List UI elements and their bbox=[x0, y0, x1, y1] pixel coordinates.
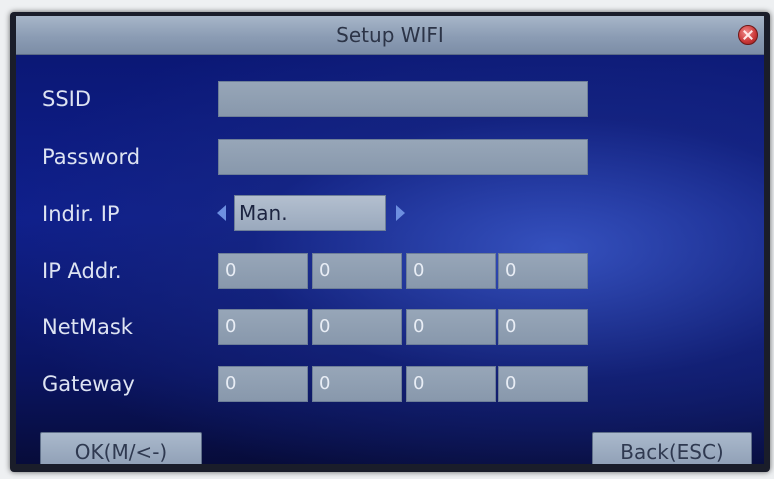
gateway-octet-4[interactable]: 0 bbox=[498, 366, 588, 402]
gateway-label: Gateway bbox=[42, 372, 135, 396]
netmask-octet-4[interactable]: 0 bbox=[498, 309, 588, 345]
ip-addr-octet-1[interactable]: 0 bbox=[218, 253, 308, 289]
netmask-octet-2[interactable]: 0 bbox=[312, 309, 402, 345]
password-input[interactable] bbox=[218, 139, 588, 175]
gateway-octet-2[interactable]: 0 bbox=[312, 366, 402, 402]
netmask-label: NetMask bbox=[42, 315, 133, 339]
close-icon[interactable] bbox=[738, 25, 758, 45]
password-label: Password bbox=[42, 145, 141, 169]
ssid-label: SSID bbox=[42, 87, 92, 111]
gateway-octet-3[interactable]: 0 bbox=[406, 366, 496, 402]
indir-ip-selector[interactable]: Man. bbox=[234, 195, 386, 231]
ip-addr-octet-3[interactable]: 0 bbox=[406, 253, 496, 289]
ok-button[interactable]: OK(M/<-) bbox=[40, 432, 202, 464]
window-title: Setup WIFI bbox=[336, 23, 444, 47]
title-bar: Setup WIFI bbox=[16, 16, 764, 55]
ip-addr-octet-4[interactable]: 0 bbox=[498, 253, 588, 289]
arrow-right-icon[interactable] bbox=[396, 205, 405, 221]
ip-addr-label: IP Addr. bbox=[42, 259, 122, 283]
arrow-left-icon[interactable] bbox=[217, 205, 226, 221]
back-button[interactable]: Back(ESC) bbox=[592, 432, 752, 464]
netmask-octet-1[interactable]: 0 bbox=[218, 309, 308, 345]
netmask-octet-3[interactable]: 0 bbox=[406, 309, 496, 345]
ssid-input[interactable] bbox=[218, 81, 588, 117]
setup-wifi-screen: Setup WIFI SSID Password Indir. IP Man. … bbox=[16, 16, 764, 464]
indir-ip-label: Indir. IP bbox=[42, 202, 120, 226]
ip-addr-octet-2[interactable]: 0 bbox=[312, 253, 402, 289]
gateway-octet-1[interactable]: 0 bbox=[218, 366, 308, 402]
